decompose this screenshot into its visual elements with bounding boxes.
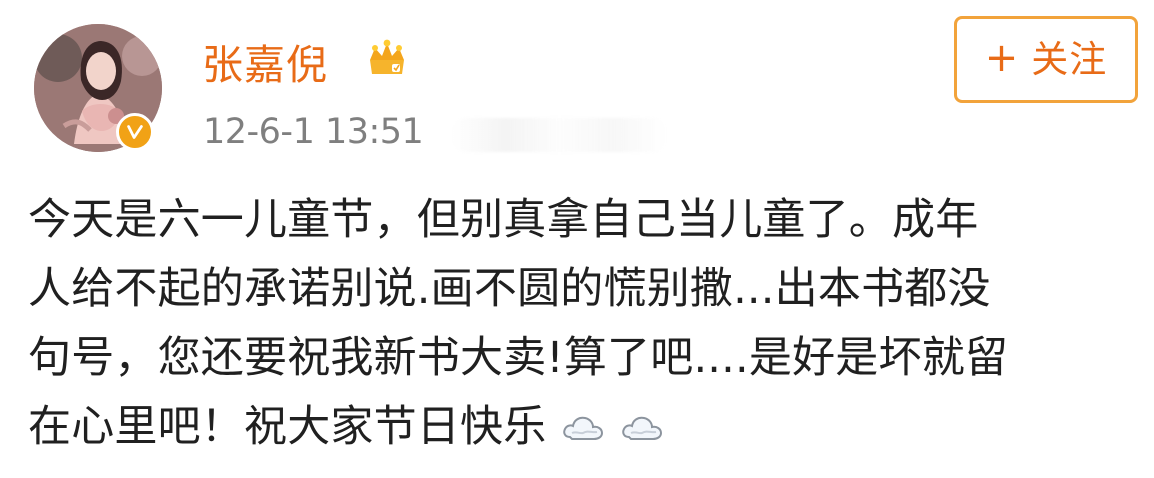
username[interactable]: 张嘉倪 xyxy=(202,39,328,91)
weibo-post-card: 张嘉倪 12-6-1 13:51 + 关注 今天是六一儿童节，但别真拿自己当儿童… xyxy=(0,0,1154,478)
content-line: 今天是六一儿童节，但别真拿自己当儿童了。成年 xyxy=(28,186,1140,255)
follow-button-label: 关注 xyxy=(1031,37,1108,81)
content-line: 人给不起的承诺别说.画不圆的慌别撒...出本书都没 xyxy=(28,255,1140,324)
content-line: 在心里吧！祝大家节日快乐 xyxy=(28,393,1140,462)
cloud-icon xyxy=(562,413,605,443)
plus-icon: + xyxy=(984,35,1019,81)
post-timestamp: 12-6-1 13:51 xyxy=(203,112,424,152)
cloud-icon xyxy=(621,413,664,443)
crown-icon xyxy=(370,39,404,74)
verified-v-icon xyxy=(127,125,143,139)
verified-badge-icon xyxy=(116,113,154,151)
content-line: 句号，您还要祝我新书大卖!算了吧....是好是坏就留 xyxy=(28,324,1140,393)
hidden-source-text xyxy=(452,118,667,152)
content-text: 在心里吧！祝大家节日快乐 xyxy=(28,402,547,452)
follow-button[interactable]: + 关注 xyxy=(954,16,1138,103)
content-text: 人给不起的承诺别说.画不圆的慌别撒...出本书都没 xyxy=(28,264,991,314)
content-text: 句号，您还要祝我新书大卖!算了吧....是好是坏就留 xyxy=(28,333,1009,383)
post-content: 今天是六一儿童节，但别真拿自己当儿童了。成年 人给不起的承诺别说.画不圆的慌别撒… xyxy=(28,186,1140,462)
content-text: 今天是六一儿童节，但别真拿自己当儿童了。成年 xyxy=(28,195,979,245)
